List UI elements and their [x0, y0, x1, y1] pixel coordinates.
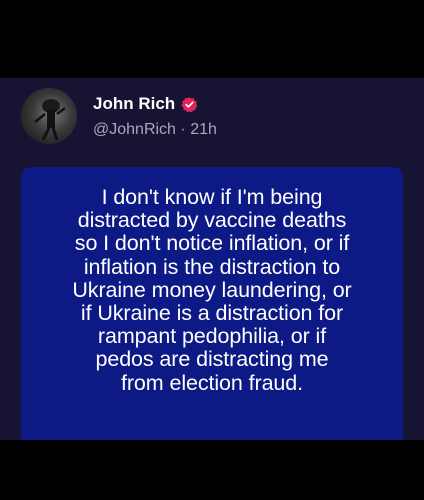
author-name[interactable]: John Rich: [93, 94, 175, 114]
image-caption-text: I don't know if I'm being distracted by …: [72, 185, 352, 395]
avatar[interactable]: [21, 88, 77, 144]
author-handle[interactable]: @JohnRich: [93, 121, 176, 138]
post-timestamp[interactable]: 21h: [190, 121, 217, 138]
handle-row: @JohnRich · 21h: [93, 121, 217, 139]
verified-badge-icon: [181, 96, 198, 112]
author-row: John Rich: [93, 92, 198, 116]
post-image[interactable]: I don't know if I'm being distracted by …: [21, 167, 403, 440]
screenshot-frame: John Rich @JohnRich · 21h I don't know i…: [0, 0, 424, 500]
avatar-silhouette-icon: [34, 99, 66, 141]
post-card[interactable]: John Rich @JohnRich · 21h I don't know i…: [0, 78, 424, 440]
bottom-black-bar: [0, 440, 424, 500]
separator-dot: ·: [180, 121, 191, 138]
